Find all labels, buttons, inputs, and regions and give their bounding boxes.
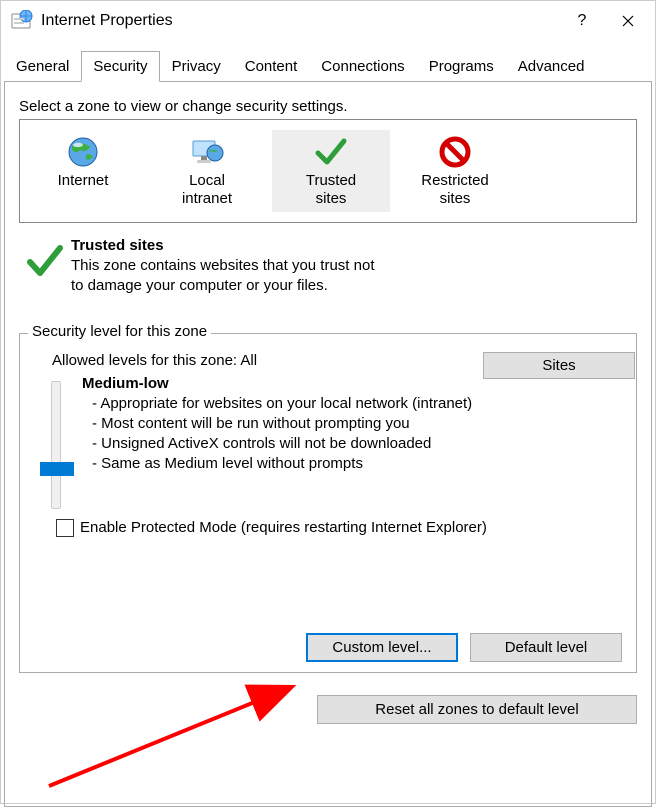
- protected-mode-checkbox[interactable]: [56, 519, 74, 537]
- zone-label: Trusted sites: [272, 172, 390, 208]
- check-icon: [19, 237, 71, 279]
- level-bullet: - Same as Medium level without prompts: [92, 454, 622, 474]
- reset-all-zones-button[interactable]: Reset all zones to default level: [317, 695, 637, 724]
- ban-icon: [396, 134, 514, 170]
- zone-local-intranet[interactable]: Local intranet: [148, 130, 266, 212]
- zone-label: Restricted sites: [396, 172, 514, 208]
- zone-trusted-sites[interactable]: Trusted sites: [272, 130, 390, 212]
- tab-privacy[interactable]: Privacy: [160, 51, 233, 82]
- level-name: Medium-low: [82, 375, 622, 392]
- close-button[interactable]: [605, 6, 651, 36]
- default-level-button[interactable]: Default level: [470, 633, 622, 662]
- app-icon: [11, 10, 33, 32]
- zone-restricted-sites[interactable]: Restricted sites: [396, 130, 514, 212]
- zone-listbox: Internet Local intranet: [19, 119, 637, 223]
- protected-mode-label: Enable Protected Mode (requires restarti…: [80, 519, 487, 536]
- level-description: - Appropriate for websites on your local…: [82, 394, 622, 475]
- help-button[interactable]: ?: [559, 6, 605, 36]
- level-bullet: - Appropriate for websites on your local…: [92, 394, 622, 414]
- titlebar: Internet Properties ?: [1, 1, 655, 41]
- tab-security[interactable]: Security: [81, 51, 159, 82]
- zone-internet[interactable]: Internet: [24, 130, 142, 212]
- tab-advanced[interactable]: Advanced: [506, 51, 597, 82]
- zone-detail-body: This zone contains websites that you tru…: [71, 256, 391, 297]
- tab-programs[interactable]: Programs: [417, 51, 506, 82]
- tab-content[interactable]: Content: [233, 51, 310, 82]
- security-level-group: Security level for this zone Allowed lev…: [19, 333, 637, 673]
- zone-label: Internet: [24, 172, 142, 190]
- zone-detail-title: Trusted sites: [71, 237, 637, 254]
- tab-strip: General Security Privacy Content Connect…: [1, 51, 655, 82]
- globe-icon: [24, 134, 142, 170]
- level-bullet: - Unsigned ActiveX controls will not be …: [92, 434, 622, 454]
- allowed-levels-label: Allowed levels for this zone: All: [52, 352, 622, 369]
- tab-general[interactable]: General: [4, 51, 81, 82]
- level-bullet: - Most content will be run without promp…: [92, 414, 622, 434]
- custom-level-button[interactable]: Custom level...: [306, 633, 458, 662]
- window-title: Internet Properties: [41, 12, 559, 30]
- monitor-icon: [148, 134, 266, 170]
- slider-thumb[interactable]: [40, 462, 74, 476]
- tab-connections[interactable]: Connections: [309, 51, 416, 82]
- security-panel: Select a zone to view or change security…: [4, 81, 652, 807]
- check-icon: [272, 134, 390, 170]
- internet-properties-dialog: Internet Properties ? General Security P…: [0, 0, 656, 804]
- group-title: Security level for this zone: [28, 323, 211, 340]
- zone-instruction: Select a zone to view or change security…: [19, 98, 637, 115]
- security-level-slider[interactable]: [51, 381, 61, 509]
- zone-label: Local intranet: [148, 172, 266, 208]
